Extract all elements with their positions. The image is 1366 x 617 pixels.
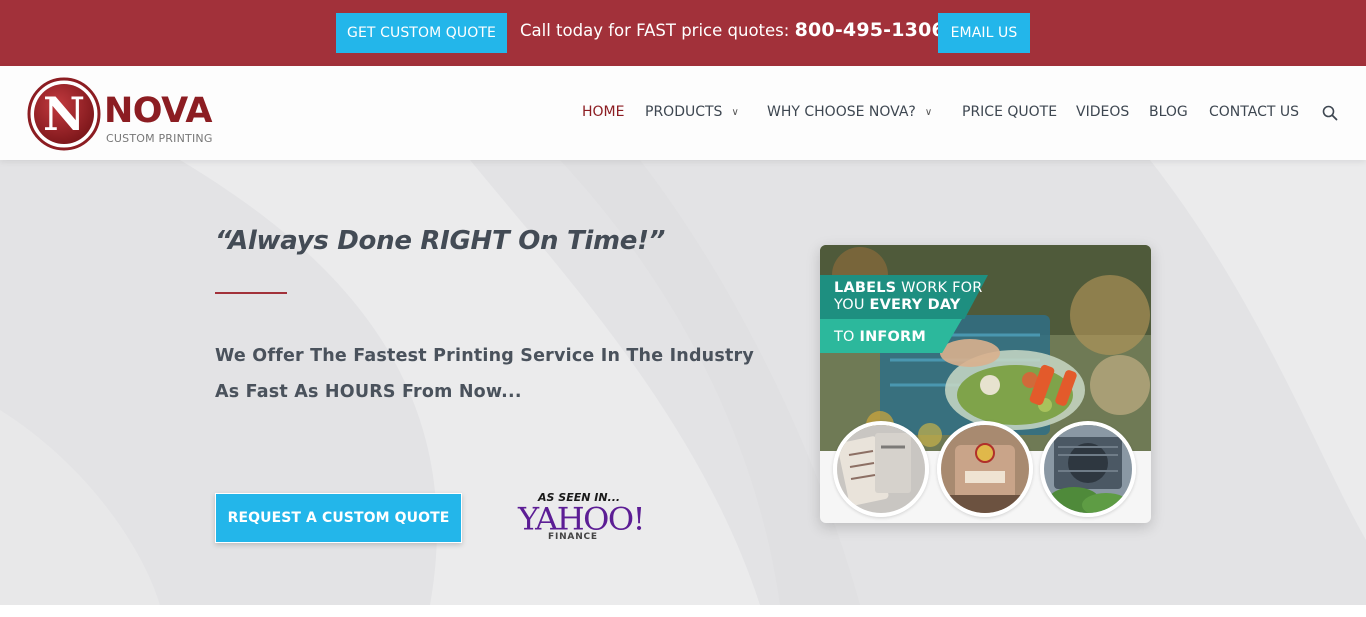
hero-tagline: “Always Done RIGHT On Time!” — [215, 226, 666, 256]
chevron-down-icon: ∨ — [924, 107, 933, 118]
nav-item-products-label: PRODUCTS — [645, 104, 723, 120]
promo-line-3: TO INFORM — [834, 329, 927, 345]
label-sample-image-1 — [833, 421, 929, 517]
site-header: N NOVA CUSTOM PRINTING HOME PRODUCTS ∨ WH… — [0, 66, 1366, 160]
promo-line-1: LABELS WORK FOR — [834, 280, 983, 296]
chevron-down-icon: ∨ — [731, 107, 739, 118]
nav-item-why-choose-nova-label: WHY CHOOSE NOVA? — [767, 104, 916, 120]
hero-lead-line-2: As Fast As HOURS From Now... — [215, 382, 522, 402]
main-nav: HOME PRODUCTS ∨ WHY CHOOSE NOVA? ∨ PRICE Q… — [0, 104, 1366, 124]
promo-line-2: YOU EVERY DAY — [834, 297, 961, 313]
nav-item-products[interactable]: PRODUCTS ∨ — [645, 104, 739, 120]
nav-item-why-choose-nova[interactable]: WHY CHOOSE NOVA? ∨ — [767, 104, 932, 120]
request-custom-quote-button[interactable]: REQUEST A CUSTOM QUOTE — [215, 493, 462, 543]
label-sample-image-2 — [937, 421, 1033, 517]
nav-item-home[interactable]: HOME — [582, 104, 624, 120]
tagline-divider — [215, 292, 287, 294]
hero-background-waves — [0, 160, 1366, 605]
yahoo-finance-badge: AS SEEN IN... YAHOO! FINANCE — [516, 489, 645, 545]
label-sample-image-3 — [1040, 421, 1136, 517]
phone-number[interactable]: 800-495-1306 — [795, 19, 945, 41]
hero-lead-line-1: We Offer The Fastest Printing Service In… — [215, 346, 754, 366]
nav-item-videos[interactable]: VIDEOS — [1076, 104, 1129, 120]
nav-item-blog[interactable]: BLOG — [1149, 104, 1188, 120]
search-icon[interactable] — [1322, 105, 1338, 121]
labels-promo-card: LABELS WORK FOR YOU EVERY DAY TO INFORM — [820, 245, 1151, 523]
nav-item-contact-us[interactable]: CONTACT US — [1209, 104, 1299, 120]
page-body-start — [0, 605, 1366, 617]
call-callout: Call today for FAST price quotes: 800-49… — [520, 19, 945, 41]
finance-label: FINANCE — [548, 532, 598, 542]
hero-section: “Always Done RIGHT On Time!” We Offer Th… — [0, 160, 1366, 605]
logo-subtitle: CUSTOM PRINTING — [106, 132, 213, 145]
nav-item-price-quote[interactable]: PRICE QUOTE — [962, 104, 1057, 120]
email-us-button[interactable]: EMAIL US — [938, 13, 1030, 53]
get-custom-quote-button[interactable]: GET CUSTOM QUOTE — [336, 13, 507, 53]
top-bar: GET CUSTOM QUOTE Call today for FAST pri… — [0, 0, 1366, 66]
call-text: Call today for FAST price quotes: — [520, 21, 795, 40]
